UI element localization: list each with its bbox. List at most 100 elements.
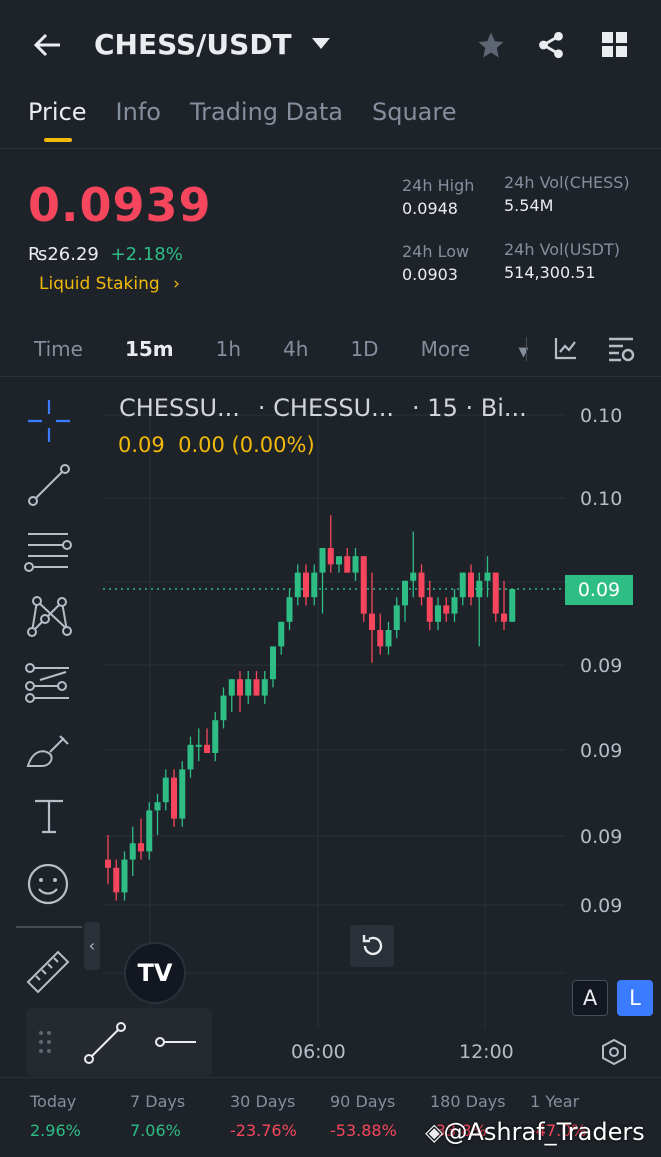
- candle-body: [501, 613, 507, 622]
- tag-label: Liquid Staking: [39, 274, 160, 294]
- candle-body: [377, 630, 384, 647]
- candle-body: [476, 580, 483, 598]
- y-tick: 0.10: [580, 405, 622, 427]
- stat-value: 0.0903: [402, 265, 458, 284]
- candle-body: [402, 580, 408, 606]
- stat-label: 24h Vol(CHESS): [504, 173, 630, 192]
- chart-settings-icon[interactable]: [607, 336, 635, 362]
- drag-handle-icon[interactable]: [38, 1030, 52, 1054]
- timeframe-bar: Time 15m 1h 4h 1D More ▼: [34, 337, 571, 361]
- reset-chart-button[interactable]: [350, 925, 394, 967]
- tf-1h[interactable]: 1h: [216, 337, 241, 361]
- performance-item: 90 Days -53.88%: [330, 1092, 430, 1140]
- candle-body: [451, 597, 458, 614]
- candle-body: [443, 605, 450, 614]
- change-percent: +2.18%: [110, 244, 183, 265]
- candle-body: [344, 556, 351, 573]
- last-price-tag: 0.09: [565, 575, 633, 605]
- y-tick: 0.09: [580, 895, 622, 917]
- x-tick: 12:00: [459, 1041, 514, 1063]
- candle-body: [294, 572, 301, 598]
- period-label: Today: [30, 1092, 77, 1111]
- star-icon[interactable]: [476, 30, 506, 60]
- candle-body: [418, 572, 425, 598]
- candle-body: [270, 646, 276, 680]
- chart-legend: CHESSU... · CHESSU... · 15 · Bi...: [119, 394, 527, 422]
- tab-trading-data[interactable]: Trading Data: [190, 98, 343, 126]
- candle-body: [129, 843, 136, 860]
- y-tick: 0.09: [580, 740, 622, 762]
- main-tabs: Price Info Trading Data Square: [28, 98, 457, 142]
- stat-label: 24h High: [402, 176, 475, 195]
- legend-interval: · 15 · Bi...: [412, 394, 527, 422]
- grid-icon[interactable]: [602, 32, 628, 58]
- candle-body: [435, 605, 441, 622]
- tf-more[interactable]: More ▼: [421, 337, 571, 361]
- horizontal-ray-icon[interactable]: [154, 1032, 198, 1052]
- stat-label: 24h Low: [402, 242, 470, 261]
- candle-body: [204, 744, 210, 753]
- candle-body: [385, 630, 392, 647]
- candle-body: [138, 843, 144, 852]
- period-label: 1 Year: [530, 1092, 580, 1111]
- auto-scale-button[interactable]: A: [572, 980, 608, 1016]
- candle-body: [459, 572, 466, 598]
- ohlc-readout: 0.09 0.00 (0.00%): [118, 433, 315, 457]
- stat-value: 5.54M: [504, 196, 554, 215]
- candle-body: [336, 556, 342, 565]
- tf-1d[interactable]: 1D: [350, 337, 378, 361]
- candle-body: [492, 572, 499, 614]
- candle-body: [253, 679, 260, 696]
- arrow-left-icon[interactable]: [32, 32, 62, 58]
- divider: [526, 337, 527, 361]
- indicator-icon[interactable]: [554, 336, 578, 360]
- caret-down-icon: ▼: [518, 345, 529, 360]
- tab-square[interactable]: Square: [372, 98, 457, 126]
- refresh-icon: [362, 935, 383, 956]
- tf-time[interactable]: Time: [34, 337, 83, 361]
- period-label: 30 Days: [230, 1092, 296, 1111]
- period-change: 2.96%: [30, 1121, 81, 1140]
- tradingview-logo[interactable]: TV: [124, 942, 186, 1004]
- period-change: -23.76%: [230, 1121, 297, 1140]
- chevron-down-icon[interactable]: [312, 38, 330, 50]
- stat-high: 24h High 0.0948: [402, 176, 474, 218]
- candle-body: [303, 572, 309, 598]
- legend-symbol: CHESSU...: [119, 394, 240, 422]
- pair-title[interactable]: CHESS/USDT: [94, 28, 292, 61]
- candle-body: [261, 679, 268, 696]
- candle-body: [121, 859, 128, 893]
- watermark-text: @Ashraf_Traders: [443, 1118, 645, 1146]
- divider: [0, 376, 661, 377]
- period-change: -53.88%: [330, 1121, 397, 1140]
- performance-item: Today 2.96%: [30, 1092, 130, 1140]
- binance-logo-icon: ◈: [425, 1118, 444, 1146]
- chevron-right-icon: ›: [173, 274, 180, 294]
- candle-body: [410, 572, 417, 581]
- liquid-staking-link[interactable]: Liquid Staking ›: [39, 274, 180, 294]
- divider: [0, 148, 661, 149]
- share-icon[interactable]: [536, 30, 566, 60]
- tf-4h[interactable]: 4h: [283, 337, 308, 361]
- candle-body: [105, 859, 111, 868]
- settings-hex-icon[interactable]: [600, 1038, 628, 1066]
- candlestick-chart[interactable]: 0.10 0.10 0.09 0.09 0.09 0.09: [0, 378, 661, 1078]
- candle-body: [319, 548, 326, 573]
- candle-body: [360, 556, 367, 614]
- divider: [0, 1077, 661, 1078]
- log-scale-button[interactable]: L: [617, 980, 653, 1016]
- candle-body: [228, 679, 235, 696]
- candle-body: [426, 597, 433, 622]
- x-tick: 06:00: [291, 1041, 346, 1063]
- stat-low: 24h Low 0.0903: [402, 242, 469, 284]
- period-label: 180 Days: [430, 1092, 506, 1111]
- price-sub: ₨26.29 +2.18%: [28, 244, 183, 265]
- tab-price[interactable]: Price: [28, 98, 87, 142]
- trend-line-icon[interactable]: [82, 1020, 128, 1066]
- tab-info[interactable]: Info: [116, 98, 161, 126]
- period-label: 90 Days: [330, 1092, 396, 1111]
- watermark: ◈@Ashraf_Traders: [425, 1118, 645, 1146]
- period-change: 7.06%: [130, 1121, 181, 1140]
- tf-15m[interactable]: 15m: [125, 337, 174, 361]
- legend-symbol: CHESSU... · CHESSU... · 15 · Bi...: [119, 394, 527, 422]
